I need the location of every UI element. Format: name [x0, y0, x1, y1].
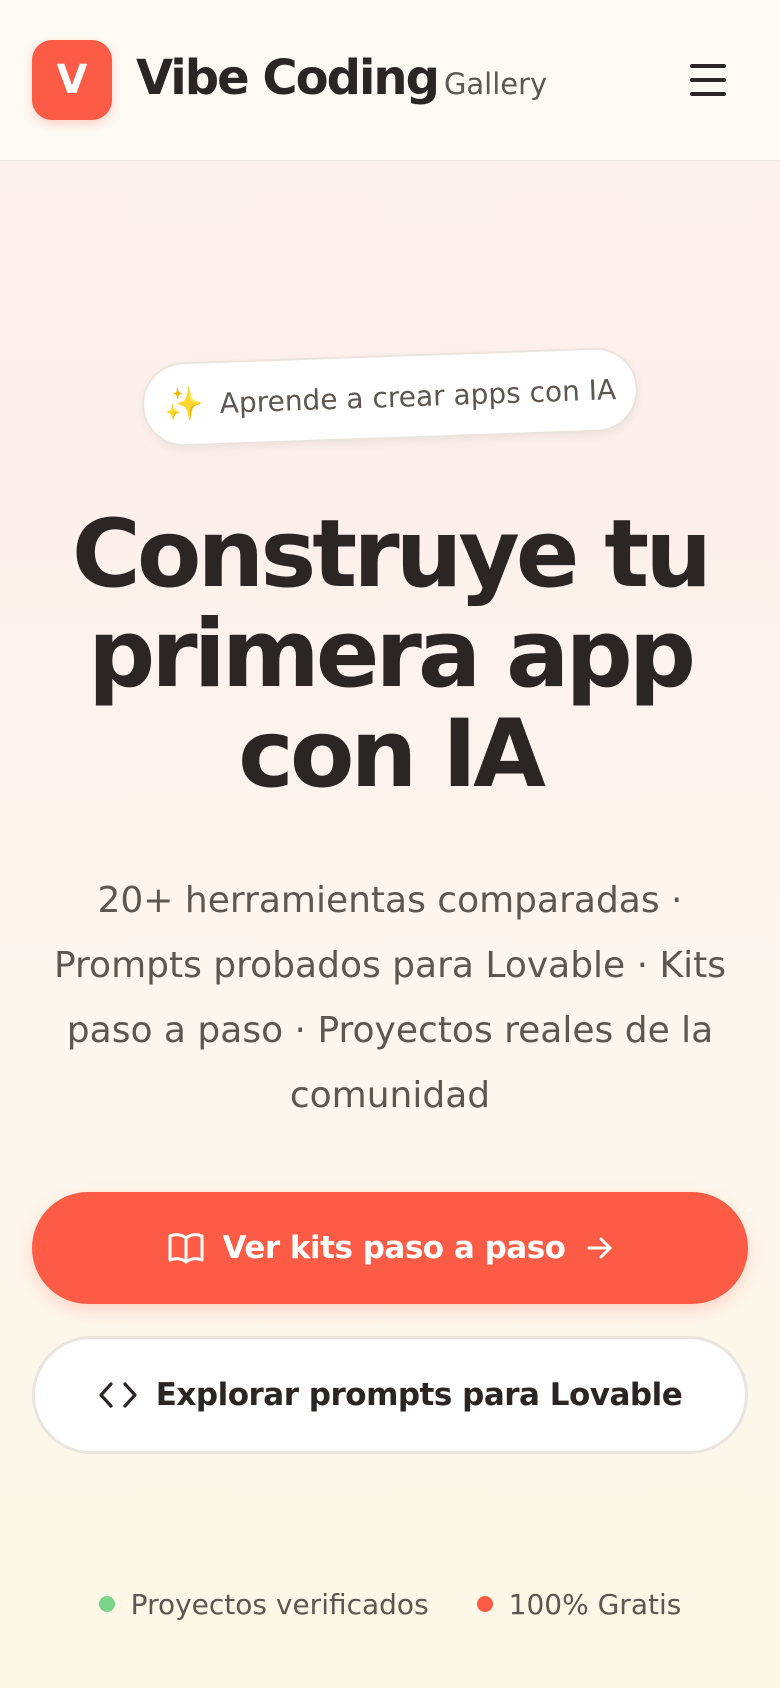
hero-headline: Construye tu primera app con IA — [40, 505, 740, 805]
hero-badge: ✨ Aprende a crear apps con IA — [140, 346, 640, 448]
view-kits-button[interactable]: Ver kits paso a paso — [32, 1192, 748, 1304]
status-dot-red — [476, 1596, 493, 1612]
menu-line — [690, 64, 726, 68]
menu-line — [690, 78, 726, 82]
headline-line-1: Construye tu — [71, 500, 712, 609]
sparkles-icon: ✨ — [163, 384, 205, 424]
hero-subtitle: 20+ herramientas comparadas · Prompts pr… — [53, 880, 727, 1116]
site-header: V Vibe Coding Gallery — [0, 0, 780, 161]
stat-free: 100% Gratis — [476, 1587, 682, 1621]
explore-prompts-label: Explorar prompts para Lovable — [155, 1377, 683, 1413]
explore-prompts-button[interactable]: Explorar prompts para Lovable — [32, 1336, 748, 1454]
stat-verified-label: Proyectos verificados — [130, 1587, 429, 1621]
stat-free-label: 100% Gratis — [508, 1587, 682, 1621]
book-icon — [168, 1233, 204, 1264]
brand-sub: Gallery — [443, 67, 548, 101]
status-dot-green — [98, 1596, 115, 1612]
brand-name: Vibe Coding — [136, 50, 440, 106]
logo-letter: V — [56, 57, 88, 103]
trust-stats: Proyectos verificados 100% Gratis — [0, 1582, 780, 1626]
stat-verified: Proyectos verificados — [98, 1587, 429, 1621]
hamburger-menu-icon[interactable] — [684, 60, 732, 100]
logo[interactable]: V — [32, 40, 112, 120]
menu-line — [690, 92, 726, 96]
view-kits-label: Ver kits paso a paso — [222, 1230, 566, 1266]
headline-line-2: primera app — [87, 600, 696, 709]
arrow-right-icon — [587, 1237, 612, 1259]
brand-link[interactable]: Vibe Coding Gallery — [136, 50, 547, 106]
badge-text: Aprende a crear apps con IA — [219, 372, 617, 420]
headline-line-3: con IA — [238, 700, 546, 809]
code-icon — [99, 1382, 137, 1408]
